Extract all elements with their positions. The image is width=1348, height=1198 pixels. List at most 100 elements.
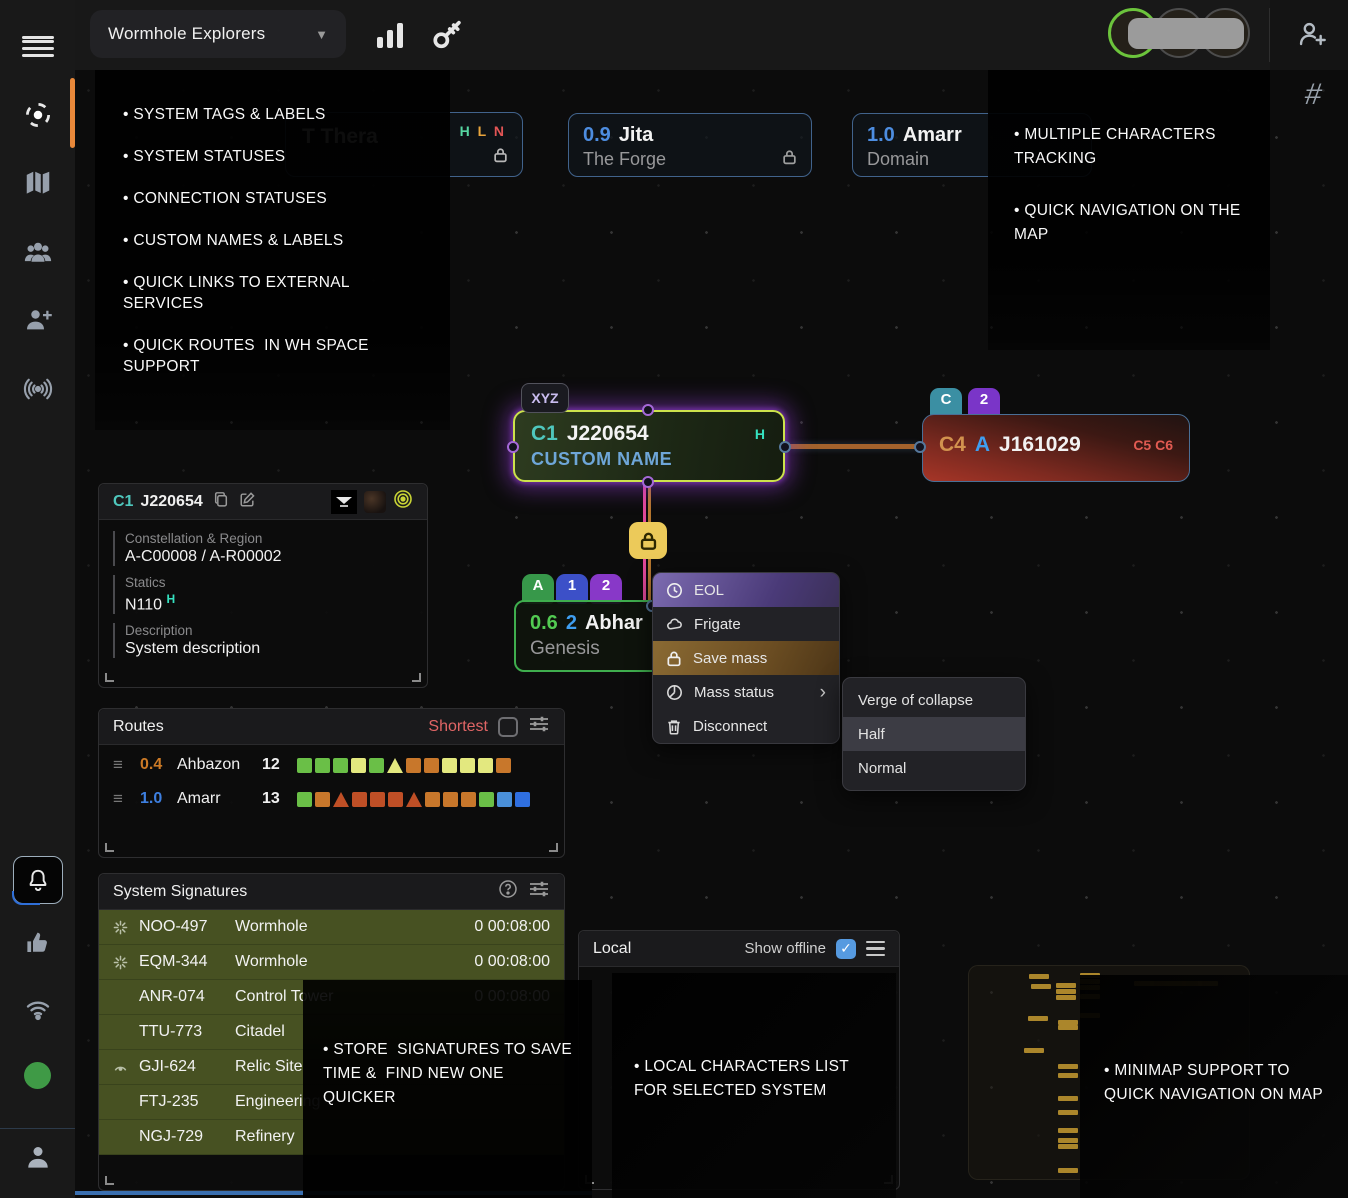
- menu-item-save-mass[interactable]: Save mass: [653, 641, 839, 675]
- edit-icon[interactable]: [239, 491, 256, 513]
- route-step-square: [333, 758, 348, 773]
- lock-icon: [666, 650, 682, 667]
- annotation-text: • QUICK NAVIGATION ON THE MAP: [1014, 199, 1246, 247]
- route-row[interactable]: ≡ 0.4 Ahbazon 12: [99, 751, 564, 779]
- wormhole-connection[interactable]: [789, 444, 919, 449]
- signature-row[interactable]: EQM-344Wormhole0 00:08:00: [99, 945, 564, 980]
- menu-item-mass-status[interactable]: Mass status ›: [653, 675, 839, 709]
- minimap-system-marker[interactable]: [1031, 984, 1051, 989]
- signatures-settings-icon[interactable]: [528, 879, 550, 904]
- drag-handle-icon[interactable]: ≡: [113, 755, 131, 775]
- resize-corner[interactable]: [105, 843, 114, 852]
- lock-icon: [782, 149, 797, 170]
- resize-corner[interactable]: [105, 673, 114, 682]
- minimap-system-marker[interactable]: [1056, 989, 1076, 994]
- route-step-square: [515, 792, 530, 807]
- minimap-system-marker[interactable]: [1058, 1025, 1078, 1030]
- wh-class: C1: [531, 422, 558, 446]
- connection-dot[interactable]: [914, 441, 926, 453]
- minimap-system-marker[interactable]: [1056, 983, 1076, 988]
- minimap-system-marker[interactable]: [1028, 1016, 1048, 1021]
- notifications-button[interactable]: [13, 856, 63, 904]
- effect-icon: [393, 489, 413, 514]
- connection-lock-badge[interactable]: [629, 522, 667, 559]
- connection-dot[interactable]: [642, 476, 654, 488]
- wifi-icon[interactable]: [21, 992, 55, 1026]
- add-character-icon[interactable]: [1296, 18, 1328, 55]
- resize-corner[interactable]: [549, 843, 558, 852]
- system-node-c4[interactable]: C4 A J161029 C5 C6: [922, 414, 1190, 482]
- route-step-square: [424, 758, 439, 773]
- feature-item: • SYSTEM TAGS & LABELS: [123, 104, 426, 125]
- add-person-icon[interactable]: [21, 303, 55, 337]
- minimap-system-marker[interactable]: [1058, 1168, 1078, 1173]
- signature-id: TTU-773: [139, 1023, 235, 1041]
- minimap-system-marker[interactable]: [1058, 1128, 1078, 1133]
- minimap-system-marker[interactable]: [1058, 1064, 1078, 1069]
- route-destination: Ahbazon: [177, 756, 253, 774]
- menu-item-frigate[interactable]: Frigate: [653, 607, 839, 641]
- wormhole-icon: [113, 955, 139, 970]
- map-icon[interactable]: [21, 166, 55, 200]
- statics-tags: H L N: [460, 123, 506, 139]
- minimap-system-marker[interactable]: [1058, 1138, 1078, 1143]
- minimap-system-marker[interactable]: [1058, 1110, 1078, 1115]
- submenu-item-half[interactable]: Half: [843, 717, 1025, 751]
- menu-item-disconnect[interactable]: Disconnect: [653, 709, 839, 743]
- route-step-triangle: [333, 792, 349, 807]
- resize-corner[interactable]: [105, 1176, 114, 1185]
- signature-group: Wormhole: [235, 918, 474, 936]
- resize-corner[interactable]: [412, 673, 421, 682]
- menu-icon[interactable]: [21, 20, 55, 54]
- signature-id: EQM-344: [139, 953, 235, 971]
- help-icon[interactable]: [498, 879, 518, 904]
- connection-context-menu: EOL Frigate Save mass Mass status › Disc…: [652, 572, 840, 744]
- drag-handle-icon[interactable]: ≡: [113, 789, 131, 809]
- custom-tag[interactable]: XYZ: [521, 383, 569, 413]
- route-path: [297, 758, 511, 773]
- submenu-item-verge[interactable]: Verge of collapse: [843, 683, 1025, 717]
- mass-status-submenu: Verge of collapse Half Normal: [842, 677, 1026, 791]
- characters-group-icon[interactable]: [21, 236, 55, 270]
- security-status: 1.0: [140, 790, 168, 808]
- shortest-checkbox[interactable]: [498, 717, 518, 737]
- route-row[interactable]: ≡ 1.0 Amarr 13: [99, 785, 564, 813]
- sort-shortest-label[interactable]: Shortest: [428, 718, 488, 736]
- system-node-c1[interactable]: C1 J220654 H CUSTOM NAME: [513, 410, 785, 482]
- route-step-square: [297, 792, 312, 807]
- submenu-item-normal[interactable]: Normal: [843, 751, 1025, 785]
- copy-icon[interactable]: [213, 491, 229, 513]
- system-info-header: C1 J220654: [99, 484, 427, 520]
- wh-effect: A: [975, 433, 990, 457]
- feature-item: • SYSTEM STATUSES: [123, 146, 426, 167]
- minimap-system-marker[interactable]: [1029, 974, 1049, 979]
- signature-row[interactable]: NOO-497Wormhole0 00:08:00: [99, 910, 564, 945]
- connection-dot[interactable]: [642, 404, 654, 416]
- local-menu-icon[interactable]: [866, 941, 885, 957]
- profile-icon[interactable]: [21, 1140, 55, 1174]
- route-step-square: [388, 792, 403, 807]
- route-step-square: [461, 792, 476, 807]
- broadcast-icon[interactable]: [21, 372, 55, 406]
- connection-dot[interactable]: [507, 441, 519, 453]
- statics: C5 C6: [1133, 437, 1173, 453]
- focus-tracking-icon[interactable]: [21, 98, 55, 132]
- key-icon[interactable]: [431, 14, 465, 57]
- minimap-system-marker[interactable]: [1058, 1096, 1078, 1101]
- stats-icon[interactable]: [377, 22, 403, 48]
- thumbs-up-icon[interactable]: [21, 925, 55, 959]
- menu-item-eol[interactable]: EOL: [653, 573, 839, 607]
- minimap-system-marker[interactable]: [1058, 1073, 1078, 1078]
- minimap-system-marker[interactable]: [1058, 1144, 1078, 1149]
- signature-id: NGJ-729: [139, 1128, 235, 1146]
- annotation-minimap: • MINIMAP SUPPORT TO QUICK NAVIGATION ON…: [1080, 975, 1348, 1198]
- route-step-square: [425, 792, 440, 807]
- show-offline-checkbox[interactable]: ✓: [836, 939, 856, 959]
- workspace-selector[interactable]: Wormhole Explorers ▼: [90, 10, 346, 58]
- system-node-jita[interactable]: 0.9 Jita The Forge: [568, 113, 812, 177]
- routes-settings-icon[interactable]: [528, 714, 550, 739]
- minimap-system-marker[interactable]: [1024, 1048, 1044, 1053]
- sovereignty-icon: [331, 490, 357, 514]
- connection-dot[interactable]: [779, 441, 791, 453]
- minimap-system-marker[interactable]: [1056, 995, 1076, 1000]
